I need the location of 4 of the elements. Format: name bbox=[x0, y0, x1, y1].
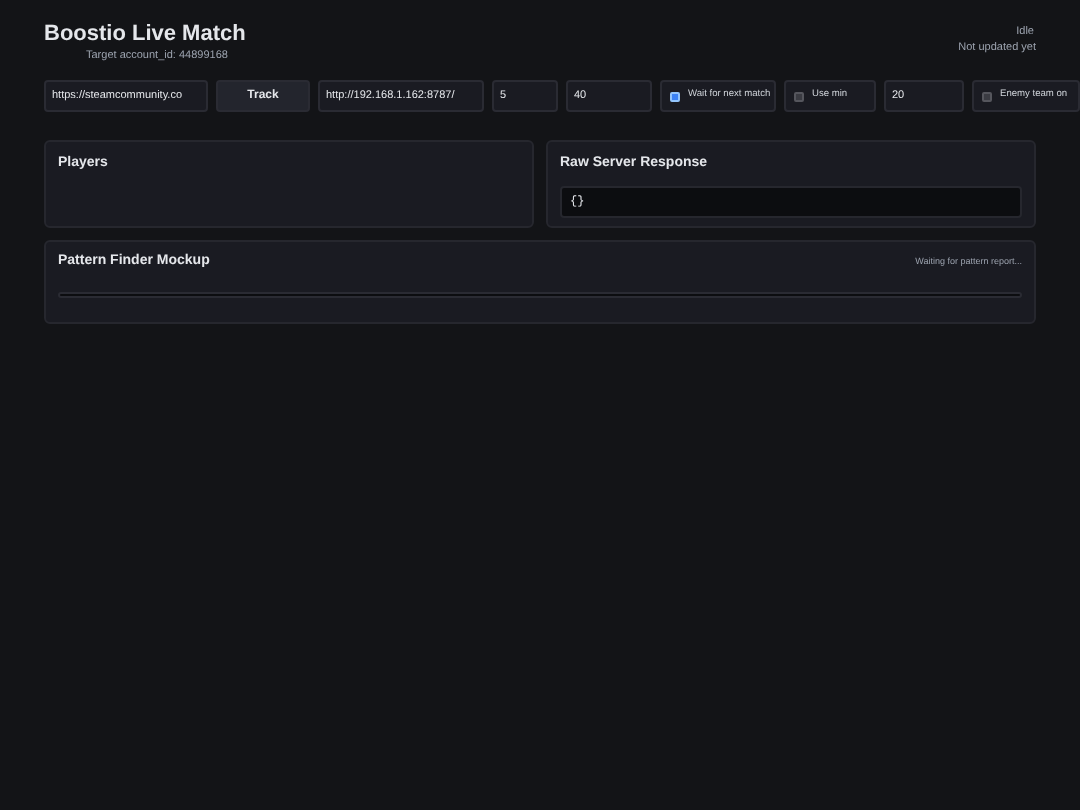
checkbox[interactable] bbox=[794, 91, 804, 101]
page-title: Boostio Live Match bbox=[44, 20, 246, 48]
checkbox[interactable] bbox=[982, 91, 992, 101]
checkbox[interactable] bbox=[670, 91, 680, 101]
